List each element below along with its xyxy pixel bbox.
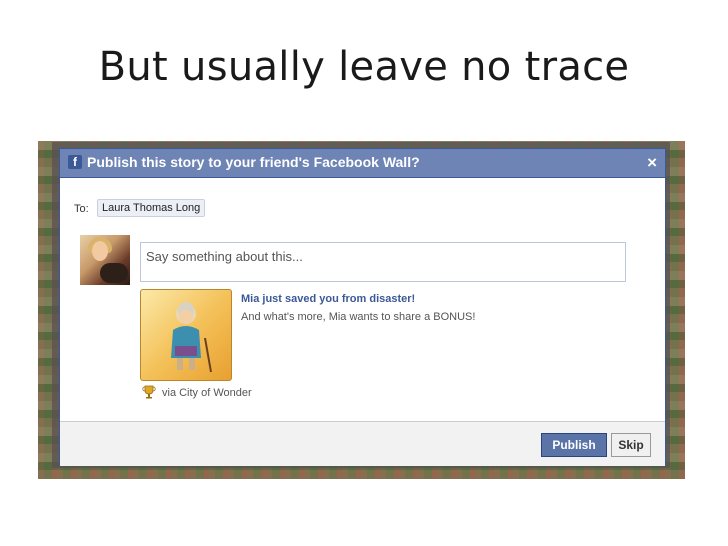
story-thumbnail-image[interactable]	[140, 289, 232, 381]
comment-input[interactable]: Say something about this...	[140, 242, 626, 282]
recipient-token[interactable]: Laura Thomas Long	[97, 199, 206, 217]
story-title-link[interactable]: Mia just saved you from disaster!	[241, 293, 415, 305]
grandma-illustration-icon	[171, 302, 212, 373]
dialog-header: f Publish this story to your friend's Fa…	[60, 149, 665, 178]
close-icon[interactable]: ×	[647, 153, 657, 173]
story-description: And what's more, Mia wants to share a BO…	[241, 311, 476, 323]
via-app-link[interactable]: via City of Wonder	[162, 387, 252, 399]
avatar	[80, 235, 130, 285]
publish-button[interactable]: Publish	[541, 433, 607, 457]
slide-title: But usually leave no trace	[98, 44, 630, 90]
skip-button[interactable]: Skip	[611, 433, 651, 457]
trophy-icon	[142, 385, 156, 399]
dialog-title: Publish this story to your friend's Face…	[87, 154, 420, 170]
dialog-footer: Publish Skip	[60, 421, 665, 466]
slide: But usually leave no trace f Publish thi…	[0, 0, 728, 546]
facebook-logo-icon: f	[68, 155, 82, 169]
to-label: To:	[74, 203, 89, 215]
avatar-dog	[100, 263, 128, 283]
avatar-face	[92, 241, 108, 261]
publish-dialog: f Publish this story to your friend's Fa…	[59, 148, 666, 466]
comment-placeholder: Say something about this...	[146, 249, 303, 264]
